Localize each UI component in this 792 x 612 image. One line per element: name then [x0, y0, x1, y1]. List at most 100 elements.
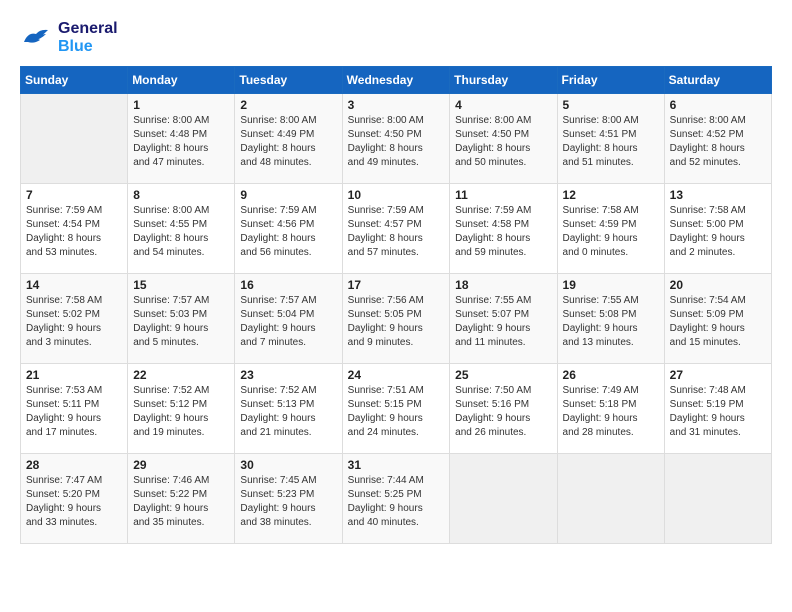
day-number: 31 [348, 458, 445, 472]
day-number: 30 [240, 458, 336, 472]
calendar-cell: 18 Sunrise: 7:55 AMSunset: 5:07 PMDayligh… [450, 274, 557, 364]
day-number: 27 [670, 368, 766, 382]
calendar-cell: 5 Sunrise: 8:00 AMSunset: 4:51 PMDaylight… [557, 94, 664, 184]
day-number: 13 [670, 188, 766, 202]
day-number: 28 [26, 458, 122, 472]
day-info: Sunrise: 7:59 AMSunset: 4:56 PMDaylight:… [240, 204, 336, 260]
calendar-cell: 16Sunrise: 7:57 AMSunset: 5:04 PMDayligh… [235, 274, 342, 364]
calendar-week-2: 7Sunrise: 7:59 AMSunset: 4:54 PMDaylight… [21, 184, 772, 274]
day-info: Sunrise: 7:52 AMSunset: 5:12 PMDaylight:… [133, 384, 229, 440]
day-info: Sunrise: 8:00 AMSunset: 4:50 PMDaylight:… [348, 114, 445, 170]
calendar-cell: 20 Sunrise: 7:54 AMSunset: 5:09 PMDayligh… [664, 274, 771, 364]
calendar-cell: 1 Sunrise: 8:00 AMSunset: 4:48 PMDaylight… [128, 94, 235, 184]
calendar-cell: 14 Sunrise: 7:58 AMSunset: 5:02 PMDayligh… [21, 274, 128, 364]
day-number: 1 [133, 98, 229, 112]
day-header-friday: Friday [557, 67, 664, 94]
day-info: Sunrise: 7:49 AMSunset: 5:18 PMDaylight:… [563, 384, 659, 440]
day-number: 8 [133, 188, 229, 202]
calendar-cell: 11 Sunrise: 7:59 AMSunset: 4:58 PMDayligh… [450, 184, 557, 274]
day-header-sunday: Sunday [21, 67, 128, 94]
day-header-saturday: Saturday [664, 67, 771, 94]
calendar-header-row: SundayMondayTuesdayWednesdayThursdayFrid… [21, 67, 772, 94]
calendar-cell: 6 Sunrise: 8:00 AMSunset: 4:52 PMDaylight… [664, 94, 771, 184]
calendar-cell: 31 Sunrise: 7:44 AMSunset: 5:25 PMDayligh… [342, 454, 450, 544]
calendar-cell: 3 Sunrise: 8:00 AMSunset: 4:50 PMDaylight… [342, 94, 450, 184]
day-number: 12 [563, 188, 659, 202]
day-number: 10 [348, 188, 445, 202]
day-number: 26 [563, 368, 659, 382]
calendar-week-4: 21 Sunrise: 7:53 AMSunset: 5:11 PMDayligh… [21, 364, 772, 454]
day-info: Sunrise: 7:48 AMSunset: 5:19 PMDaylight:… [670, 384, 766, 440]
logo-text: General Blue [58, 20, 118, 56]
day-number: 16 [240, 278, 336, 292]
day-info: Sunrise: 8:00 AMSunset: 4:52 PMDaylight:… [670, 114, 766, 170]
calendar-cell: 10 Sunrise: 7:59 AMSunset: 4:57 PMDayligh… [342, 184, 450, 274]
calendar-week-3: 14 Sunrise: 7:58 AMSunset: 5:02 PMDayligh… [21, 274, 772, 364]
calendar-cell: 19Sunrise: 7:55 AMSunset: 5:08 PMDayligh… [557, 274, 664, 364]
calendar-cell: 22 Sunrise: 7:52 AMSunset: 5:12 PMDayligh… [128, 364, 235, 454]
calendar-cell [664, 454, 771, 544]
calendar-cell [557, 454, 664, 544]
day-number: 20 [670, 278, 766, 292]
day-number: 15 [133, 278, 229, 292]
day-info: Sunrise: 7:58 AMSunset: 5:00 PMDaylight:… [670, 204, 766, 260]
day-header-tuesday: Tuesday [235, 67, 342, 94]
calendar-cell [21, 94, 128, 184]
day-info: Sunrise: 7:45 AMSunset: 5:23 PMDaylight:… [240, 474, 336, 530]
day-info: Sunrise: 7:59 AMSunset: 4:58 PMDaylight:… [455, 204, 551, 260]
day-header-thursday: Thursday [450, 67, 557, 94]
calendar-cell: 26 Sunrise: 7:49 AMSunset: 5:18 PMDayligh… [557, 364, 664, 454]
calendar-cell: 2 Sunrise: 8:00 AMSunset: 4:49 PMDaylight… [235, 94, 342, 184]
day-info: Sunrise: 8:00 AMSunset: 4:48 PMDaylight:… [133, 114, 229, 170]
day-info: Sunrise: 7:58 AMSunset: 5:02 PMDaylight:… [26, 294, 122, 350]
day-info: Sunrise: 7:55 AMSunset: 5:08 PMDaylight:… [563, 294, 659, 350]
day-header-monday: Monday [128, 67, 235, 94]
calendar-cell: 12 Sunrise: 7:58 AMSunset: 4:59 PMDayligh… [557, 184, 664, 274]
day-number: 11 [455, 188, 551, 202]
calendar-cell: 23Sunrise: 7:52 AMSunset: 5:13 PMDayligh… [235, 364, 342, 454]
calendar-cell: 24 Sunrise: 7:51 AMSunset: 5:15 PMDayligh… [342, 364, 450, 454]
calendar-cell: 13 Sunrise: 7:58 AMSunset: 5:00 PMDayligh… [664, 184, 771, 274]
calendar-cell: 17 Sunrise: 7:56 AMSunset: 5:05 PMDayligh… [342, 274, 450, 364]
day-info: Sunrise: 7:53 AMSunset: 5:11 PMDaylight:… [26, 384, 122, 440]
day-number: 22 [133, 368, 229, 382]
day-info: Sunrise: 7:59 AMSunset: 4:57 PMDaylight:… [348, 204, 445, 260]
day-info: Sunrise: 7:56 AMSunset: 5:05 PMDaylight:… [348, 294, 445, 350]
day-number: 24 [348, 368, 445, 382]
day-number: 21 [26, 368, 122, 382]
day-number: 18 [455, 278, 551, 292]
day-number: 25 [455, 368, 551, 382]
calendar-cell: 4Sunrise: 8:00 AMSunset: 4:50 PMDaylight… [450, 94, 557, 184]
day-number: 14 [26, 278, 122, 292]
day-info: Sunrise: 7:44 AMSunset: 5:25 PMDaylight:… [348, 474, 445, 530]
logo: General Blue [20, 20, 118, 56]
day-number: 2 [240, 98, 336, 112]
calendar-cell: 21 Sunrise: 7:53 AMSunset: 5:11 PMDayligh… [21, 364, 128, 454]
day-number: 23 [240, 368, 336, 382]
calendar-cell: 25Sunrise: 7:50 AMSunset: 5:16 PMDayligh… [450, 364, 557, 454]
day-info: Sunrise: 7:58 AMSunset: 4:59 PMDaylight:… [563, 204, 659, 260]
day-number: 7 [26, 188, 122, 202]
calendar-cell: 29Sunrise: 7:46 AMSunset: 5:22 PMDayligh… [128, 454, 235, 544]
page-header: General Blue [20, 20, 772, 56]
day-info: Sunrise: 7:51 AMSunset: 5:15 PMDaylight:… [348, 384, 445, 440]
calendar-cell [450, 454, 557, 544]
calendar-week-5: 28 Sunrise: 7:47 AMSunset: 5:20 PMDayligh… [21, 454, 772, 544]
day-info: Sunrise: 8:00 AMSunset: 4:49 PMDaylight:… [240, 114, 336, 170]
day-info: Sunrise: 7:47 AMSunset: 5:20 PMDaylight:… [26, 474, 122, 530]
day-number: 17 [348, 278, 445, 292]
calendar-table: SundayMondayTuesdayWednesdayThursdayFrid… [20, 66, 772, 544]
day-info: Sunrise: 7:54 AMSunset: 5:09 PMDaylight:… [670, 294, 766, 350]
day-number: 6 [670, 98, 766, 112]
calendar-cell: 28 Sunrise: 7:47 AMSunset: 5:20 PMDayligh… [21, 454, 128, 544]
day-number: 4 [455, 98, 551, 112]
calendar-cell: 9Sunrise: 7:59 AMSunset: 4:56 PMDaylight… [235, 184, 342, 274]
calendar-cell: 7Sunrise: 7:59 AMSunset: 4:54 PMDaylight… [21, 184, 128, 274]
day-number: 3 [348, 98, 445, 112]
day-info: Sunrise: 8:00 AMSunset: 4:51 PMDaylight:… [563, 114, 659, 170]
day-info: Sunrise: 7:55 AMSunset: 5:07 PMDaylight:… [455, 294, 551, 350]
calendar-cell: 30 Sunrise: 7:45 AMSunset: 5:23 PMDayligh… [235, 454, 342, 544]
day-info: Sunrise: 8:00 AMSunset: 4:55 PMDaylight:… [133, 204, 229, 260]
day-number: 5 [563, 98, 659, 112]
calendar-week-1: 1 Sunrise: 8:00 AMSunset: 4:48 PMDaylight… [21, 94, 772, 184]
